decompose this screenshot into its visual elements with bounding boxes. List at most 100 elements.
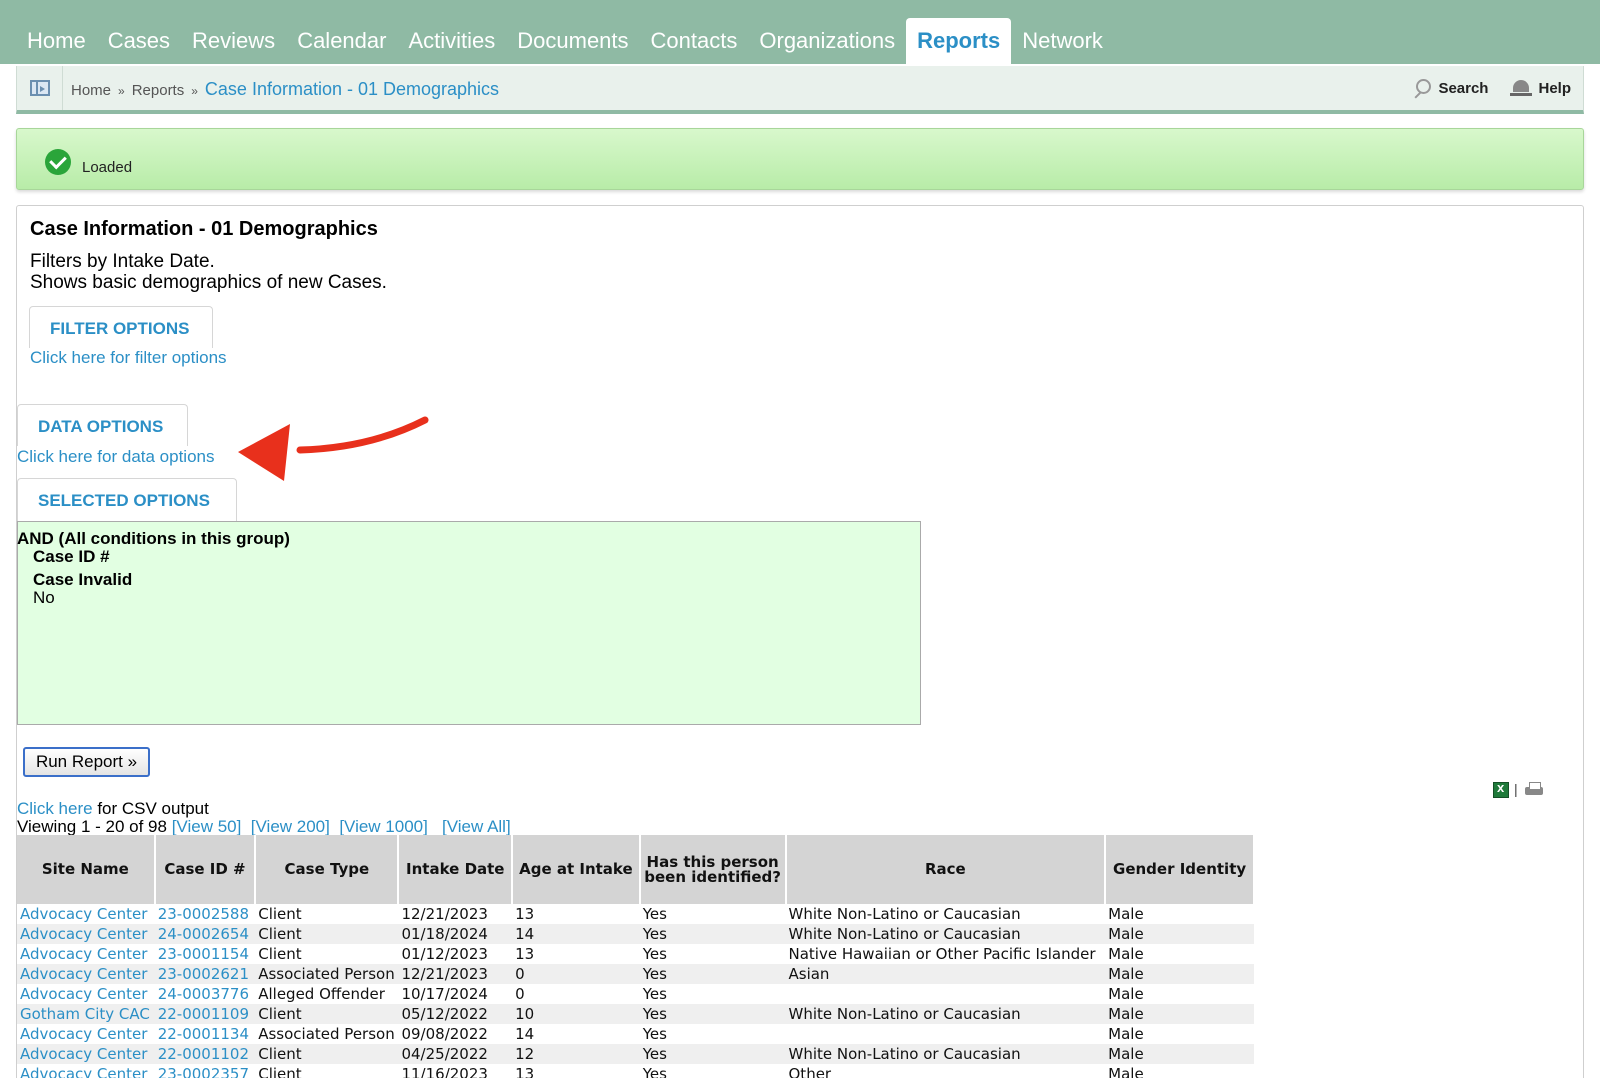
nav-tab-network[interactable]: Network xyxy=(1011,18,1114,64)
case-id-link[interactable]: 23-0002357 xyxy=(155,1064,256,1078)
site-name-link[interactable]: Advocacy Center xyxy=(17,1064,155,1078)
nav-tabs: Home Cases Reviews Calendar Activities Docume… xyxy=(16,18,1114,64)
table-cell: White Non-Latino or Caucasian xyxy=(788,905,1021,923)
site-name-link[interactable]: Advocacy Center xyxy=(17,904,155,924)
breadcrumb-current: Case Information - 01 Demographics xyxy=(204,79,500,99)
table-cell: Yes xyxy=(642,905,667,923)
column-header[interactable]: Case Type xyxy=(255,835,400,904)
view-200-link[interactable]: [View 200] xyxy=(251,817,330,836)
view-1000-link[interactable]: [View 1000] xyxy=(339,817,428,836)
nav-tab-activities[interactable]: Activities xyxy=(397,18,506,64)
selected-options-tab[interactable]: SELECTED OPTIONS xyxy=(17,478,237,521)
data-options-link[interactable]: Click here for data options xyxy=(17,447,215,467)
status-banner: Loaded xyxy=(16,128,1584,190)
table-cell: Asian xyxy=(785,964,1106,984)
nav-tab-organizations[interactable]: Organizations xyxy=(748,18,906,64)
filter-options-tab[interactable]: FILTER OPTIONS xyxy=(29,306,213,348)
view-all-link[interactable]: [View All] xyxy=(442,817,511,836)
site-name-link[interactable]: Advocacy Center xyxy=(17,964,155,984)
nav-tab-cases[interactable]: Cases xyxy=(97,18,181,64)
site-name-link[interactable]: Advocacy Center xyxy=(17,944,155,964)
column-header[interactable]: Site Name xyxy=(17,835,156,904)
table-cell: Yes xyxy=(639,924,786,944)
table-cell: White Non-Latino or Caucasian xyxy=(785,924,1106,944)
csv-output-link[interactable]: Click here xyxy=(17,799,93,818)
help-label: Help xyxy=(1538,79,1571,97)
table-cell: Yes xyxy=(639,1004,786,1024)
column-header[interactable]: Intake Date xyxy=(398,835,514,904)
nav-tab-reviews[interactable]: Reviews xyxy=(181,18,286,64)
table-cell: Male xyxy=(1105,964,1254,984)
table-cell: Client xyxy=(255,924,399,944)
search-icon xyxy=(1412,78,1432,98)
search-button[interactable]: Search xyxy=(1412,78,1488,98)
help-button[interactable]: Help xyxy=(1510,78,1571,98)
column-header[interactable]: Race xyxy=(785,835,1107,904)
viewing-count: Viewing 1 - 20 of 98 xyxy=(17,817,167,836)
table-cell: Male xyxy=(1105,1004,1254,1024)
table-cell: 0 xyxy=(515,985,525,1003)
case-id-link[interactable]: 23-0002621 xyxy=(154,964,256,984)
table-cell: 14 xyxy=(512,924,640,944)
site-name-link[interactable]: Advocacy Center xyxy=(17,1044,155,1064)
site-name-link[interactable]: Advocacy Center xyxy=(17,1024,155,1044)
table-cell: Yes xyxy=(642,1025,667,1043)
sidebar-toggle-button[interactable] xyxy=(17,66,63,110)
table-cell: Male xyxy=(1105,924,1254,944)
case-id-link[interactable]: 23-0001154 xyxy=(155,944,256,964)
view-50-link[interactable]: [View 50] xyxy=(172,817,242,836)
table-row: Advocacy Center 23-0002621 Associated Pers… xyxy=(17,964,1254,984)
breadcrumb-separator: » xyxy=(191,84,198,98)
table-row: Advocacy Center 24-0003776 Alleged Offende… xyxy=(17,984,1254,1004)
table-cell: 10/17/2024 xyxy=(401,985,488,1003)
table-cell: 0 xyxy=(512,964,640,984)
column-header[interactable]: Has this person been identified? xyxy=(639,835,787,904)
filter-options-link[interactable]: Click here for filter options xyxy=(30,348,227,368)
excel-export-icon[interactable] xyxy=(1493,780,1509,798)
nav-tab-documents[interactable]: Documents xyxy=(506,18,639,64)
table-cell: 13 xyxy=(515,1065,535,1078)
results-table: Site Name Case ID # Case Type Intake Date Ag… xyxy=(17,835,1255,1078)
table-cell: 13 xyxy=(515,945,535,963)
case-id-link[interactable]: 24-0002654 xyxy=(154,924,256,944)
site-name-link[interactable]: Gotham City CAC xyxy=(17,1004,155,1024)
case-id-link[interactable]: 24-0003776 xyxy=(155,984,256,1004)
table-cell: Yes xyxy=(642,945,667,963)
table-row: Advocacy Center 22-0001102 Client 04/25/202… xyxy=(17,1044,1254,1064)
nav-tab-reports[interactable]: Reports xyxy=(906,18,1012,64)
table-cell: Male xyxy=(1108,945,1144,963)
table-cell: White Non-Latino or Caucasian xyxy=(785,1044,1106,1064)
table-cell: 13 xyxy=(515,905,535,923)
print-icon[interactable] xyxy=(1525,782,1543,798)
case-id-link[interactable]: 22-0001102 xyxy=(154,1044,256,1064)
pagination-line: Viewing 1 - 20 of 98 [View 50] [View 200… xyxy=(17,817,511,837)
report-title: Case Information - 01 Demographics xyxy=(30,218,378,240)
table-cell xyxy=(786,1024,1106,1044)
column-header[interactable]: Gender Identity xyxy=(1105,835,1255,904)
column-header[interactable]: Case ID # xyxy=(154,835,257,904)
site-name-link[interactable]: Advocacy Center xyxy=(17,924,155,944)
table-cell: Male xyxy=(1108,905,1144,923)
condition-value: No xyxy=(33,588,55,607)
search-label: Search xyxy=(1438,79,1489,97)
table-cell: Client xyxy=(255,1044,399,1064)
table-cell: 12/21/2023 xyxy=(398,964,513,984)
nav-tab-contacts[interactable]: Contacts xyxy=(640,18,749,64)
case-id-link[interactable]: 22-0001109 xyxy=(154,1004,256,1024)
breadcrumb-reports[interactable]: Reports xyxy=(132,82,185,99)
table-cell: 11/16/2023 xyxy=(401,1065,488,1078)
table-cell: 01/18/2024 xyxy=(398,924,513,944)
table-cell: Yes xyxy=(642,985,667,1003)
nav-tab-home[interactable]: Home xyxy=(16,18,97,64)
site-name-link[interactable]: Advocacy Center xyxy=(17,984,155,1004)
data-options-tab[interactable]: DATA OPTIONS xyxy=(17,404,188,446)
case-id-link[interactable]: 22-0001134 xyxy=(155,1024,256,1044)
column-header[interactable]: Age at Intake xyxy=(512,835,641,904)
nav-tab-calendar[interactable]: Calendar xyxy=(286,18,397,64)
table-cell: Male xyxy=(1108,1065,1144,1078)
breadcrumb-home[interactable]: Home xyxy=(71,82,111,99)
run-report-button[interactable]: Run Report » xyxy=(23,747,150,777)
case-id-link[interactable]: 23-0002588 xyxy=(155,904,256,924)
table-cell: Other xyxy=(788,1065,832,1078)
table-cell: 01/12/2023 xyxy=(401,945,488,963)
